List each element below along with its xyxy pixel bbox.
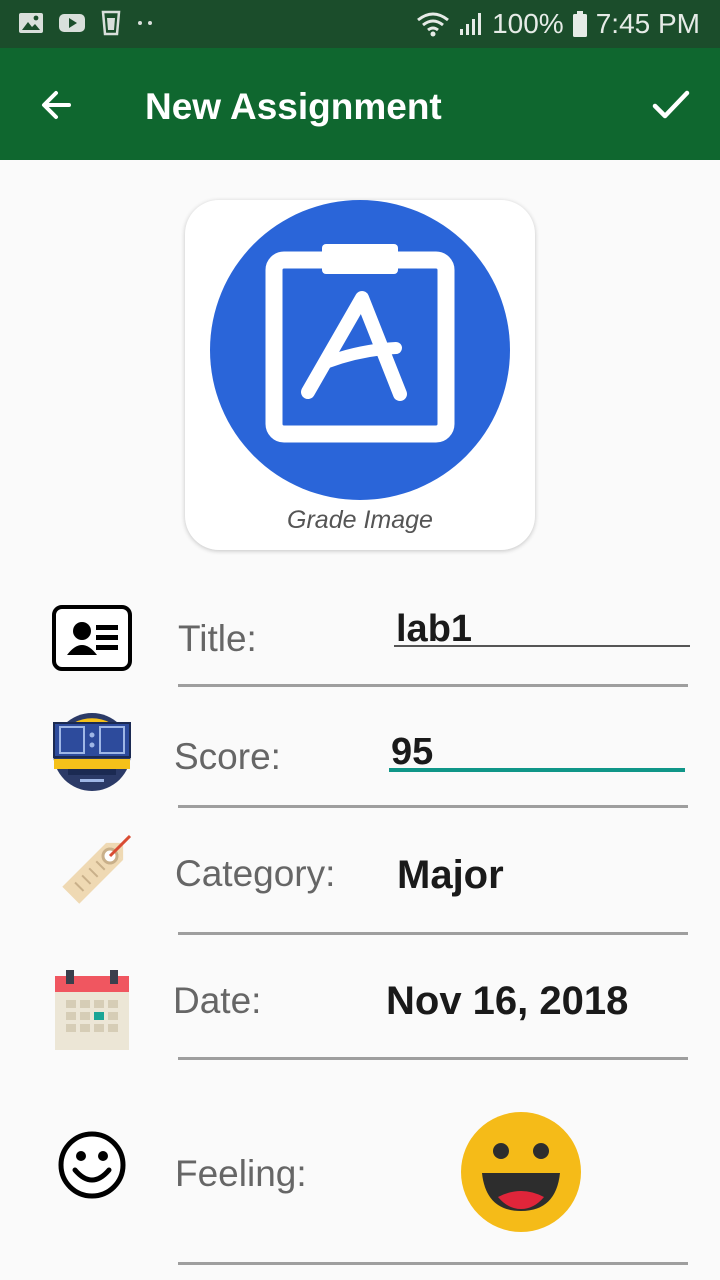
score-input-underline [389,768,685,772]
smiley-outline-icon [58,1131,126,1199]
calendar-icon [55,970,129,1050]
price-tag-icon [62,834,132,904]
title-input-underline [394,645,690,647]
arrow-back-icon [42,91,71,119]
app-bar: New Assignment [0,48,720,160]
battery-percent: 100% [492,8,564,39]
clipboard-a-logo-icon [210,200,510,500]
score-label: Score: [174,736,281,777]
grade-image-button[interactable]: Grade Image [185,200,535,550]
youtube-icon [59,14,85,32]
score-row-divider [178,805,688,808]
category-select[interactable]: Major [397,853,504,898]
image-icon [19,13,43,33]
status-bar: 100% 7:45 PM [0,0,720,48]
dots-icon [138,21,152,25]
title-row-divider [178,684,688,687]
status-system: 100% 7:45 PM [416,8,700,40]
category-label: Category: [175,853,336,894]
page-title: New Assignment [145,86,442,127]
cup-icon [101,10,121,36]
scoreboard-icon [53,713,131,791]
status-time: 7:45 PM [595,8,700,39]
check-icon [652,90,690,119]
save-button[interactable] [642,76,700,134]
signal-icon [460,13,482,35]
date-label: Date: [173,980,262,1021]
id-card-icon [52,605,132,671]
back-button[interactable] [30,78,84,132]
status-notifications [18,10,154,36]
date-picker[interactable]: Nov 16, 2018 [386,979,628,1024]
wifi-icon [417,12,450,37]
grade-image-caption: Grade Image [287,506,433,534]
title-label: Title: [178,618,257,659]
battery-icon [572,11,587,37]
feeling-row-divider [178,1262,688,1265]
feeling-label: Feeling: [175,1153,307,1194]
category-row-divider [178,932,688,935]
happy-emoji-icon[interactable] [460,1111,582,1233]
date-row-divider [178,1057,688,1060]
